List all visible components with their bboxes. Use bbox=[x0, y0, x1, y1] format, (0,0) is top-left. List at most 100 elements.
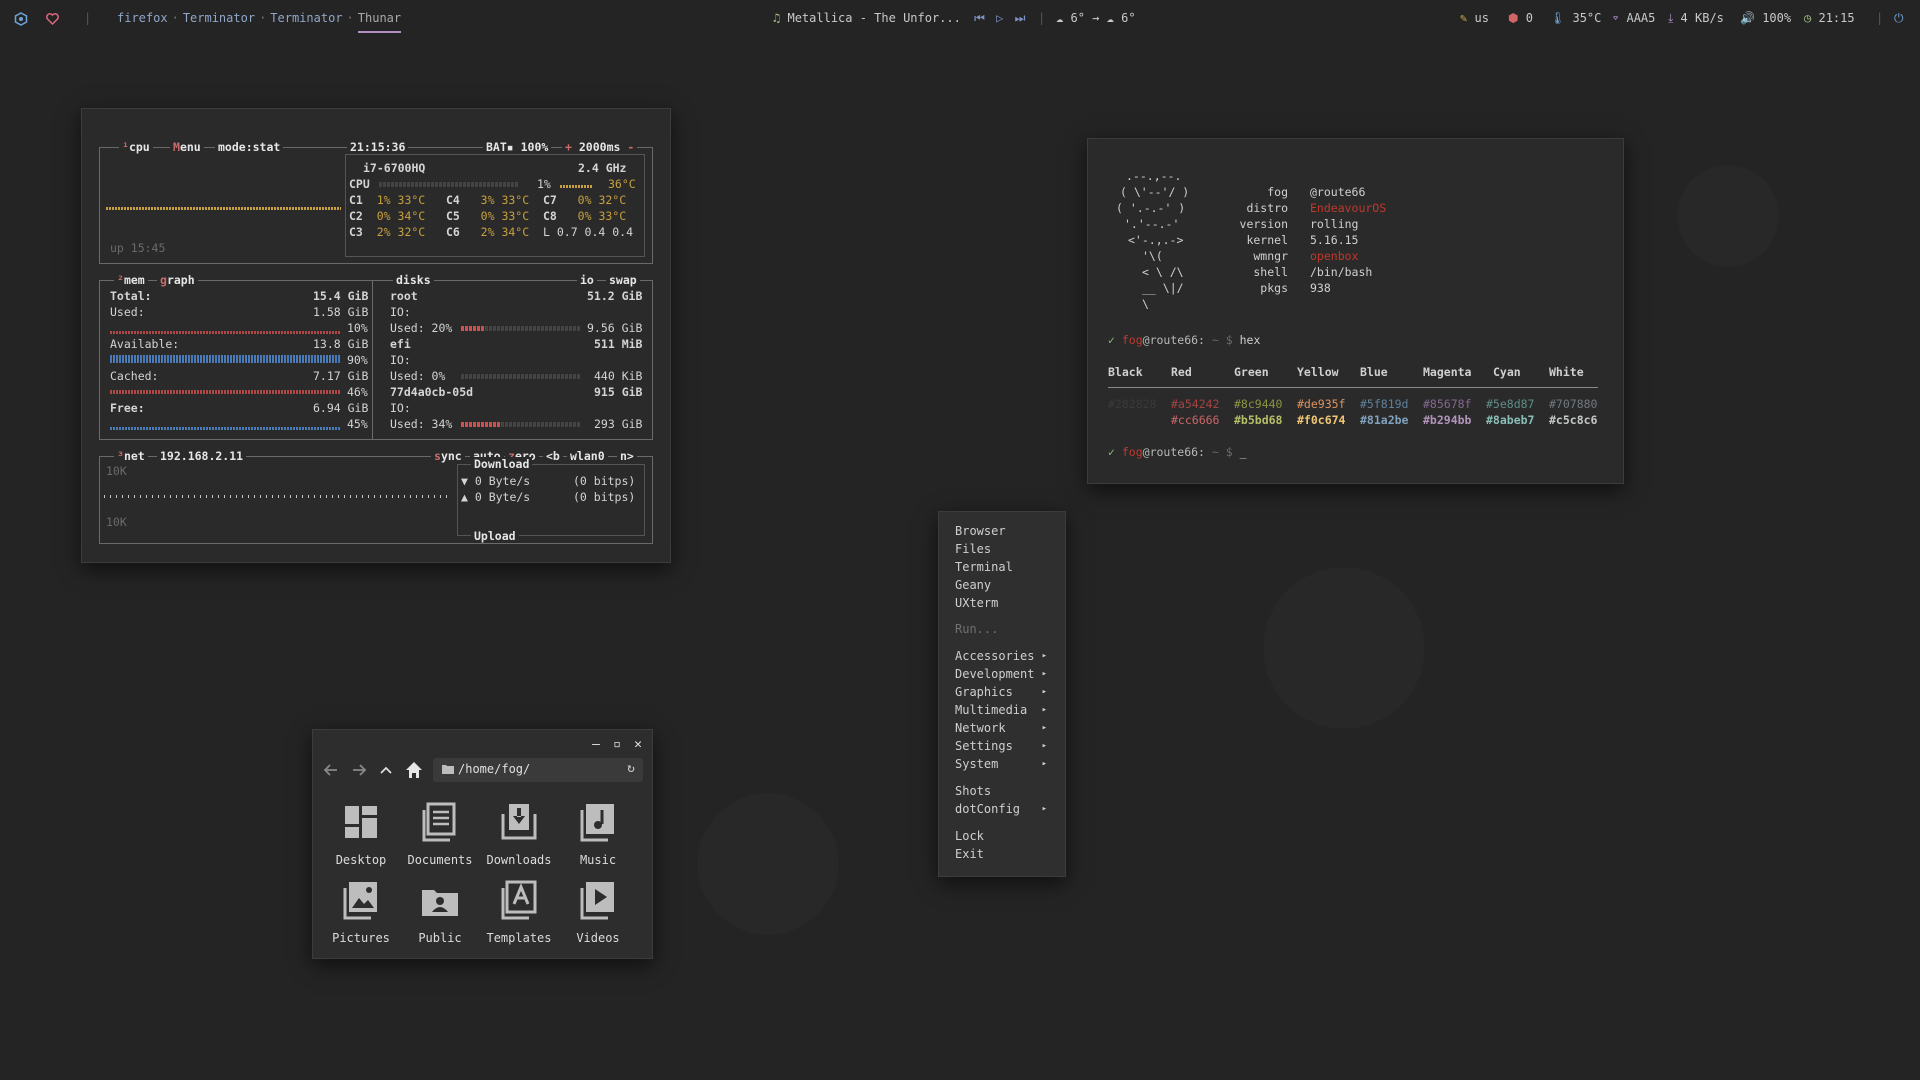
music-widget[interactable]: ♫ Metallica - The Unfor... ⏮ ▷ ⏭ bbox=[773, 11, 1025, 26]
net-prev-interface[interactable]: <b bbox=[543, 449, 563, 463]
workspace-thunar[interactable]: Thunar bbox=[357, 11, 402, 33]
submenu-arrow-icon: ▸ bbox=[1041, 723, 1047, 733]
workspace-terminator-1[interactable]: Terminator bbox=[183, 11, 255, 25]
cpu-total-percent: 1% bbox=[537, 177, 551, 191]
net-next-interface[interactable]: n> bbox=[617, 449, 637, 463]
wifi-icon: ⌔ bbox=[1612, 11, 1620, 25]
menu-item-uxterm[interactable]: UXterm bbox=[955, 596, 998, 610]
interval-label[interactable]: + 2000ms - bbox=[562, 140, 638, 154]
home-icon[interactable] bbox=[403, 759, 425, 784]
menu-item-development[interactable]: Development bbox=[955, 667, 1034, 681]
volume-widget[interactable]: 🔊 100% bbox=[1740, 11, 1791, 25]
keyboard-layout[interactable]: ✎ us bbox=[1460, 11, 1489, 25]
folder-music[interactable]: Music bbox=[563, 800, 633, 867]
prompt-line-2[interactable]: ✓ fog@route66: ~ $ _ bbox=[1108, 445, 1247, 459]
io-toggle[interactable]: io bbox=[577, 273, 597, 287]
menu-item-lock[interactable]: Lock bbox=[955, 829, 984, 843]
wifi-widget[interactable]: ⌔ AAA5 bbox=[1612, 11, 1655, 25]
menu-item-system[interactable]: System bbox=[955, 757, 998, 771]
mem-label[interactable]: ²mem bbox=[114, 273, 148, 287]
mode-label[interactable]: mode:stat bbox=[215, 140, 284, 154]
folder-label: Desktop bbox=[335, 853, 387, 867]
dot-separator: · bbox=[346, 11, 354, 25]
color-header: Green bbox=[1234, 365, 1269, 379]
color-bright-cyan: #8abeb7 bbox=[1486, 413, 1535, 427]
bpytop-window[interactable]: ¹cpu Menu mode:stat 21:15:36 BAT▪ 100% +… bbox=[81, 108, 671, 563]
swap-toggle[interactable]: swap bbox=[606, 273, 640, 287]
folder-label: Videos bbox=[576, 931, 620, 945]
folder-label: Public bbox=[418, 931, 462, 945]
folder-downloads[interactable]: Downloads bbox=[484, 800, 554, 867]
clock-widget[interactable]: ◷ 21:15 bbox=[1804, 11, 1855, 25]
menu-item-run[interactable]: Run... bbox=[955, 622, 998, 636]
cpu-total-mini-graph bbox=[560, 185, 592, 188]
menu-item-graphics[interactable]: Graphics bbox=[955, 685, 1013, 699]
menu-item-terminal[interactable]: Terminal bbox=[955, 560, 1013, 574]
menu-label[interactable]: Menu bbox=[170, 140, 204, 154]
previous-track-icon[interactable]: ⏮ bbox=[974, 11, 985, 25]
net-sync-toggle[interactable]: sync bbox=[431, 449, 465, 463]
mem-used-percent: 10% bbox=[347, 321, 368, 335]
cpu-label[interactable]: ¹cpu bbox=[119, 140, 153, 154]
net-scale-bottom: 10K bbox=[106, 515, 127, 529]
menu-item-dotconfig[interactable]: dotConfig bbox=[955, 802, 1020, 816]
folder-label: Pictures bbox=[332, 931, 390, 945]
core-c8: C8 0% 33°C bbox=[543, 209, 627, 223]
cpu-total-temp: 36°C bbox=[608, 177, 636, 191]
mem-available-percent: 90% bbox=[347, 353, 368, 367]
thunar-window[interactable]: – ▫ ✕ /home/fog/ ↻ Desktop Documents Dow… bbox=[312, 729, 653, 959]
net-label[interactable]: ³net bbox=[114, 449, 148, 463]
terminal-window[interactable]: .--.,--. ( \'--'/ ) ( '.-.-' ) '.'--.-' … bbox=[1087, 138, 1624, 484]
clock-icon: ◷ bbox=[1804, 11, 1812, 25]
folder-public[interactable]: Public bbox=[405, 878, 475, 945]
next-track-icon[interactable]: ⏭ bbox=[1015, 11, 1026, 25]
menu-item-network[interactable]: Network bbox=[955, 721, 1006, 735]
menu-item-exit[interactable]: Exit bbox=[955, 847, 984, 861]
color-normal-red: #a54242 bbox=[1171, 397, 1220, 411]
folder-templates[interactable]: Templates bbox=[484, 878, 554, 945]
menu-item-browser[interactable]: Browser bbox=[955, 524, 1006, 538]
menu-logo-icon[interactable] bbox=[14, 11, 28, 26]
folder-desktop[interactable]: Desktop bbox=[326, 800, 396, 867]
maximize-button[interactable]: ▫ bbox=[610, 738, 624, 752]
ascii-line: \ bbox=[1142, 297, 1149, 311]
close-button[interactable]: ✕ bbox=[631, 738, 645, 752]
back-arrow-icon[interactable] bbox=[321, 760, 341, 783]
disks-label[interactable]: disks bbox=[393, 273, 434, 287]
folder-pictures[interactable]: Pictures bbox=[326, 878, 396, 945]
core-c4: C4 3% 33°C bbox=[446, 193, 530, 207]
disk-root-bar-fill bbox=[461, 326, 485, 331]
reload-icon[interactable]: ↻ bbox=[627, 761, 635, 776]
menu-item-geany[interactable]: Geany bbox=[955, 578, 991, 592]
menu-item-multimedia[interactable]: Multimedia bbox=[955, 703, 1027, 717]
color-bright-green: #b5bd68 bbox=[1234, 413, 1283, 427]
disk-root-size: 51.2 GiB bbox=[587, 289, 643, 303]
power-icon[interactable]: ⏻ bbox=[1894, 11, 1904, 26]
graph-toggle[interactable]: graph bbox=[157, 273, 198, 287]
download-icon: ⤓ bbox=[1668, 11, 1674, 25]
heart-icon[interactable] bbox=[46, 11, 59, 25]
info-value: 5.16.15 bbox=[1310, 233, 1359, 247]
color-header: Magenta bbox=[1423, 365, 1472, 379]
menu-item-shots[interactable]: Shots bbox=[955, 784, 991, 798]
up-arrow-icon[interactable] bbox=[376, 760, 396, 783]
cursor: _ bbox=[1239, 445, 1247, 459]
color-bright-white: #c5c8c6 bbox=[1549, 413, 1598, 427]
workspace-terminator-2[interactable]: Terminator bbox=[270, 11, 342, 25]
menu-item-accessories[interactable]: Accessories bbox=[955, 649, 1034, 663]
menu-item-settings[interactable]: Settings bbox=[955, 739, 1013, 753]
workspace-firefox[interactable]: firefox bbox=[117, 11, 168, 25]
updates-widget[interactable]: ⬢ 0 bbox=[1508, 11, 1533, 25]
menu-item-files[interactable]: Files bbox=[955, 542, 991, 556]
info-key: kernel bbox=[1246, 233, 1288, 247]
cloud-icon: ☁ bbox=[1106, 11, 1114, 25]
minimize-button[interactable]: – bbox=[589, 738, 603, 752]
volume-value: 100% bbox=[1762, 11, 1792, 25]
play-icon[interactable]: ▷ bbox=[996, 11, 1003, 25]
folder-videos[interactable]: Videos bbox=[563, 878, 633, 945]
disk-efi-used: 440 KiB bbox=[594, 369, 643, 383]
folder-documents[interactable]: Documents bbox=[405, 800, 475, 867]
ascii-line: ( '.-.-' ) bbox=[1116, 201, 1186, 215]
forward-arrow-icon[interactable] bbox=[349, 760, 369, 783]
location-bar[interactable]: /home/fog/ ↻ bbox=[433, 758, 643, 782]
